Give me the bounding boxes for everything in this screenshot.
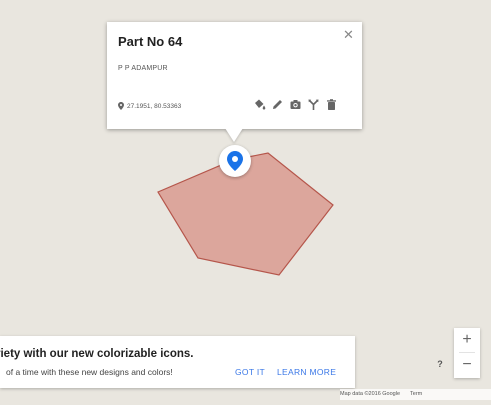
trash-icon[interactable] [325,98,338,111]
attribution-text: Map data ©2016 Google [340,391,401,397]
help-button[interactable]: ? [433,357,447,371]
pencil-icon[interactable] [271,98,284,111]
info-actions [253,98,338,111]
info-title: Part No 64 [118,34,183,49]
terms-link[interactable]: Term [410,391,422,397]
promo-body: of a time with these new designs and col… [6,367,173,377]
info-window-tail [225,128,243,142]
promo-banner: riety with our new colorizable icons. of… [0,336,355,388]
got-it-button[interactable]: GOT IT [235,367,265,377]
promo-title: riety with our new colorizable icons. [0,348,194,360]
info-window: Part No 64 ✕ P P ADAMPUR 27.1951, 80.533… [107,22,362,129]
map-marker[interactable] [219,145,251,177]
zoom-in-button[interactable]: + [454,328,480,352]
info-subtitle: P P ADAMPUR [118,65,168,72]
directions-icon[interactable] [307,98,320,111]
location-pin-icon [118,102,124,110]
map-attribution: Map data ©2016 Google Term [340,389,491,400]
coordinates-text: 27.1951, 80.53363 [127,102,182,110]
zoom-control: + − [454,328,480,378]
camera-icon[interactable] [289,98,302,111]
info-coordinates: 27.1951, 80.53363 [118,102,181,110]
zoom-out-button[interactable]: − [454,353,480,377]
learn-more-button[interactable]: LEARN MORE [277,367,336,377]
paint-bucket-icon[interactable] [253,98,266,111]
close-icon[interactable]: ✕ [343,27,354,43]
blue-map-pin-icon [227,151,243,171]
